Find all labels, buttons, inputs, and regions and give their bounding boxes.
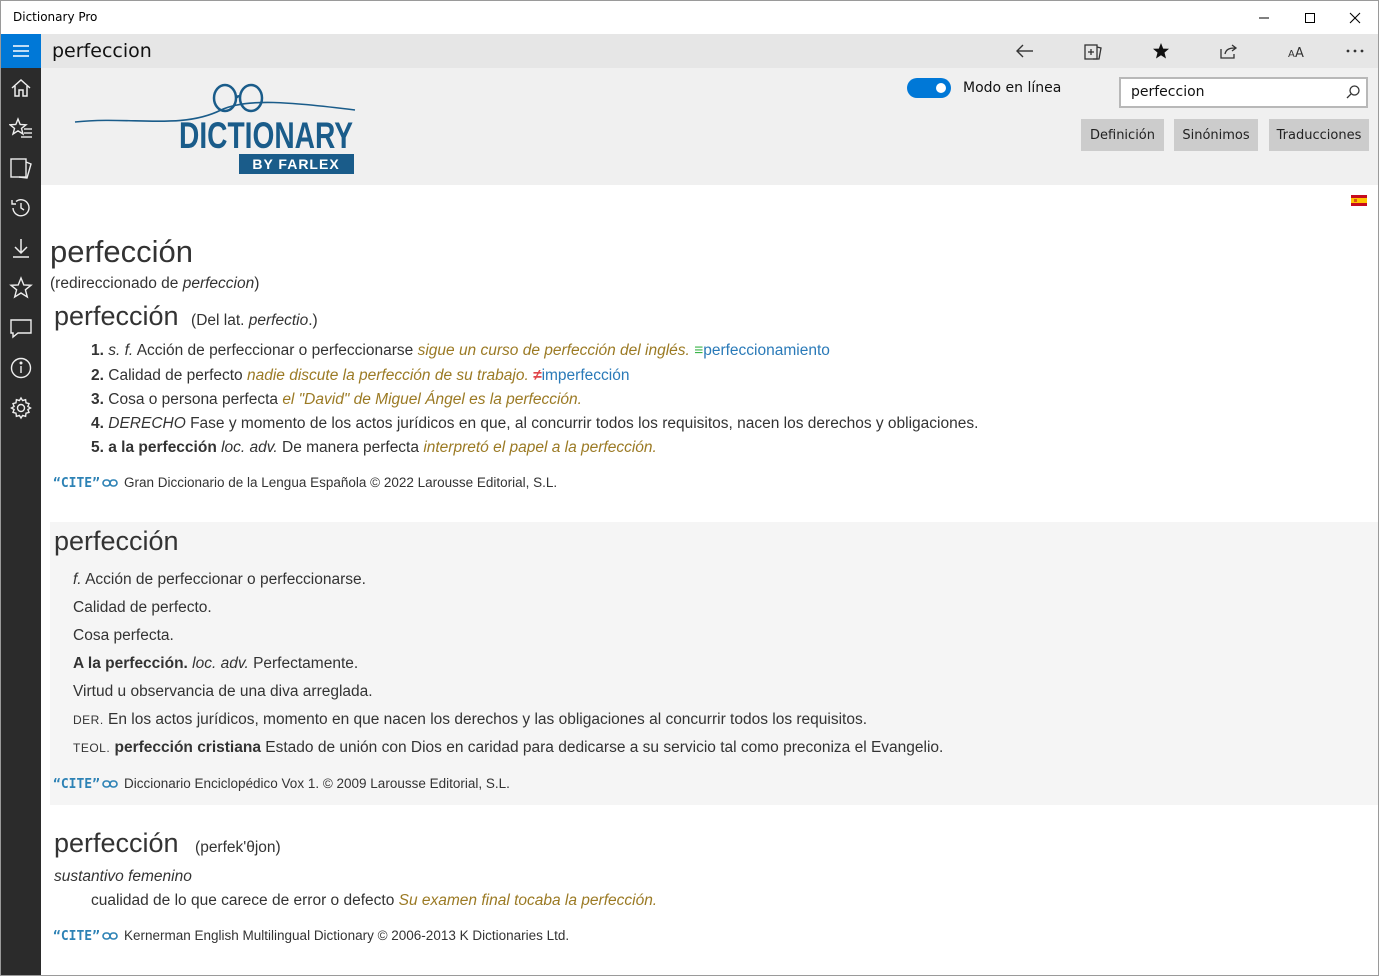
maximize-button[interactable]	[1287, 1, 1333, 34]
back-arrow-icon	[1016, 44, 1033, 58]
minimize-icon	[1259, 17, 1269, 18]
search-icon[interactable]	[1346, 85, 1360, 99]
favorite-button[interactable]	[1138, 34, 1184, 68]
section1-heading: perfección (Del lat. perfectio.)	[54, 301, 318, 331]
sidebar-item-history[interactable]	[1, 190, 41, 226]
toggle-label: Modo en línea	[963, 80, 1062, 96]
settings-icon	[10, 396, 32, 420]
app-window: Dictionary Pro perfeccion A A DICTIONARY…	[0, 0, 1379, 976]
sense-line: TEOL. perfección cristiana Estado de uni…	[73, 739, 944, 756]
font-size-icon: AA	[1288, 46, 1304, 58]
antonym-link[interactable]: imperfección	[542, 367, 630, 384]
definition-1: 1. s. f. Acción de perfeccionar o perfec…	[91, 342, 830, 359]
share-button[interactable]	[1206, 34, 1252, 68]
favorite-star-icon	[1153, 43, 1169, 59]
sidebar-item-favorites-list[interactable]	[1, 110, 41, 146]
more-icon	[1346, 49, 1364, 53]
cite-button[interactable]: “CITE”	[53, 476, 100, 491]
cite-button[interactable]: “CITE”	[53, 777, 100, 792]
dictionary-logo-icon: DICTIONARY BY FARLEX	[74, 83, 356, 174]
definition-content: perfección (redireccionado de perfeccion…	[41, 185, 1378, 975]
close-icon	[1349, 12, 1361, 23]
link-icon	[102, 479, 118, 487]
tab-definicion[interactable]: Definición	[1081, 119, 1164, 151]
spanish-flag-icon[interactable]	[1351, 195, 1367, 206]
history-icon	[11, 199, 30, 217]
section2-panel: perfección f. Acción de perfeccionar o p…	[50, 522, 1378, 805]
current-query: perfeccion	[52, 40, 152, 62]
command-bar: perfeccion AA	[41, 34, 1378, 68]
sidebar	[1, 34, 41, 975]
online-mode-toggle[interactable]: Modo en línea	[907, 78, 1061, 98]
search-input[interactable]	[1131, 84, 1341, 100]
search-box[interactable]	[1119, 77, 1368, 108]
home-icon	[11, 78, 31, 97]
section3-heading: perfección (perfek'θjon)	[54, 828, 281, 858]
sense-line: Virtud u observancia de una diva arregla…	[73, 683, 373, 700]
svg-text:A: A	[1295, 46, 1304, 58]
sidebar-item-about[interactable]	[1, 350, 41, 386]
flashcards-icon	[10, 158, 32, 179]
sidebar-item-settings[interactable]	[1, 390, 41, 426]
farlex-logo: DICTIONARY BY FARLEX	[71, 80, 361, 181]
title-bar: Dictionary Pro	[1, 1, 1378, 34]
header: DICTIONARY BY FARLEX Modo en línea Defin…	[41, 68, 1378, 185]
starred-list-icon	[9, 117, 32, 138]
cite-button[interactable]: “CITE”	[53, 929, 100, 944]
sidebar-item-download[interactable]	[1, 230, 41, 266]
section2-heading: perfección	[54, 526, 179, 556]
menu-icon	[13, 45, 29, 57]
back-button[interactable]	[1002, 34, 1048, 68]
headword: perfección	[50, 234, 194, 269]
sidebar-item-feedback[interactable]	[1, 310, 41, 346]
toggle-switch[interactable]	[907, 78, 951, 98]
definition-3: 3. Cosa o persona perfecta el "David" de…	[91, 391, 582, 408]
synonym-icon: ≡	[694, 342, 704, 359]
sense-line: Cosa perfecta.	[73, 627, 174, 644]
definition-4: 4. DERECHO Fase y momento de los actos j…	[91, 415, 979, 432]
download-icon	[13, 239, 29, 258]
sidebar-item-home[interactable]	[1, 70, 41, 106]
part-of-speech: sustantivo femenino	[54, 868, 192, 885]
svg-text:A: A	[1288, 49, 1295, 58]
citation-3: “CITE” Kernerman English Multilingual Dic…	[53, 928, 570, 944]
feedback-icon	[10, 319, 32, 339]
definition-2: 2. Calidad de perfecto nadie discute la …	[91, 367, 630, 384]
tab-sinonimos[interactable]: Sinónimos	[1174, 119, 1258, 151]
add-flashcard-button[interactable]	[1070, 34, 1116, 68]
sidebar-item-favorites[interactable]	[1, 270, 41, 306]
citation-2: “CITE” Diccionario Enciclopédico Vox 1. ©…	[53, 776, 510, 792]
svg-text:DICTIONARY: DICTIONARY	[179, 115, 353, 156]
info-icon	[10, 357, 32, 379]
redirect-note: (redireccionado de perfeccion)	[50, 275, 260, 292]
sidebar-item-flashcards[interactable]	[1, 150, 41, 186]
sense-line: A la perfección. loc. adv. Perfectamente…	[73, 655, 359, 672]
close-button[interactable]	[1332, 1, 1378, 34]
link-icon	[102, 780, 118, 788]
citation-1: “CITE” Gran Diccionario de la Lengua Espa…	[53, 475, 558, 491]
more-button[interactable]	[1332, 34, 1378, 68]
sense-line: DER. En los actos jurídicos, momento en …	[73, 711, 868, 728]
definition-5: 5. a la perfección loc. adv. De manera p…	[91, 439, 657, 456]
font-size-button[interactable]: AA	[1274, 34, 1320, 68]
svg-text:BY FARLEX: BY FARLEX	[252, 156, 339, 172]
link-icon	[102, 932, 118, 940]
star-outline-icon	[9, 276, 33, 299]
share-icon	[1220, 44, 1238, 59]
sense-line: Calidad de perfecto.	[73, 599, 212, 616]
tab-traducciones[interactable]: Traducciones	[1269, 119, 1369, 151]
synonym-link[interactable]: perfeccionamiento	[703, 342, 830, 359]
menu-button[interactable]	[1, 34, 41, 68]
add-flashcard-icon	[1084, 44, 1102, 60]
section3-definition: cualidad de lo que carece de error o def…	[91, 892, 658, 909]
maximize-icon	[1305, 12, 1315, 23]
antonym-icon: ≠	[533, 367, 542, 384]
sense-line: f. Acción de perfeccionar o perfeccionar…	[73, 571, 366, 588]
window-title: Dictionary Pro	[13, 10, 98, 24]
minimize-button[interactable]	[1241, 1, 1287, 34]
